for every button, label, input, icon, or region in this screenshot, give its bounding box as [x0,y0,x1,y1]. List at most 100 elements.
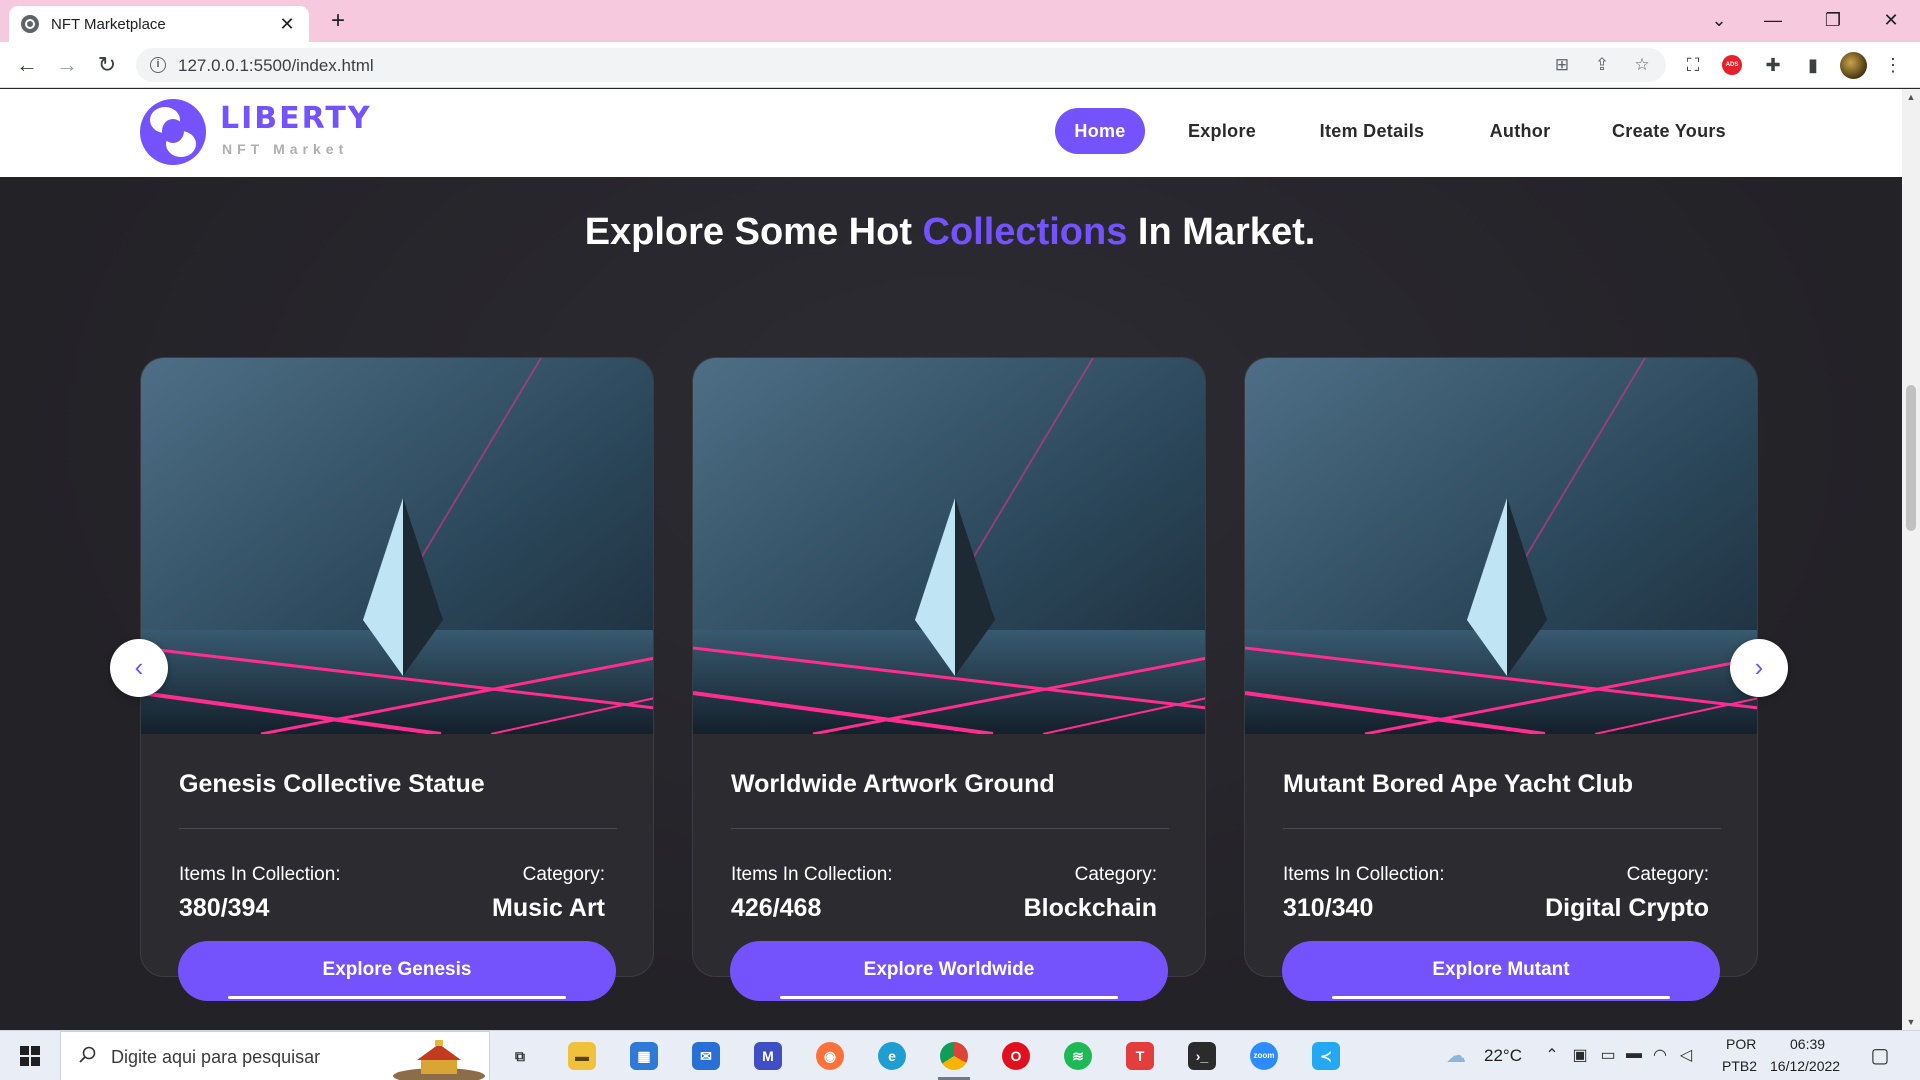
explore-mutant-button[interactable]: Explore Mutant [1282,941,1720,1001]
forward-arrow-icon[interactable]: → [50,48,84,82]
mail-icon[interactable]: ✉ [686,1036,726,1076]
taskbar-search[interactable]: Digite aqui para pesquisar [60,1031,490,1080]
nav-item-details[interactable]: Item Details [1300,108,1444,154]
category-value: Music Art [492,894,605,922]
collection-card[interactable]: Genesis Collective Statue Items In Colle… [140,357,654,977]
tab-close-icon[interactable]: ✕ [277,14,297,35]
category-label: Category: [522,864,605,885]
menu-kebab-icon[interactable]: ⋮ [1880,52,1906,78]
notifications-icon[interactable]: ▢ [1870,1043,1890,1068]
clock-date[interactable]: 16/12/2022 [1770,1058,1840,1074]
collection-card[interactable]: Worldwide Artwork Ground Items In Collec… [692,357,1206,977]
explore-worldwide-button[interactable]: Explore Worldwide [730,941,1168,1001]
zoom-icon[interactable]: zoom [1244,1036,1284,1076]
back-arrow-icon[interactable]: ← [10,48,44,82]
show-hidden-icons-icon[interactable]: ⌃ [1542,1045,1562,1065]
nav-explore[interactable]: Explore [1170,108,1274,154]
new-tab-button[interactable]: + [324,6,352,36]
extensions-puzzle-icon[interactable]: ✚ [1760,52,1786,78]
search-highlight-image [393,1040,485,1080]
logo-name[interactable]: LIBERTY [220,101,372,136]
windows-logo-icon [20,1046,40,1066]
display-icon[interactable]: ▭ [1598,1045,1618,1065]
collection-title: Genesis Collective Statue [179,770,485,798]
collection-image[interactable] [141,358,654,734]
clock-time[interactable]: 06:39 [1790,1036,1825,1052]
weather-cloud-icon[interactable]: ☁ [1446,1043,1466,1068]
scroll-up-arrow-icon[interactable]: ▲ [1902,89,1920,105]
collection-image[interactable] [1245,358,1758,734]
translate-icon[interactable]: ⊞ [1550,54,1574,76]
explore-genesis-button[interactable]: Explore Genesis [178,941,616,1001]
file-explorer-icon[interactable]: ▬ [562,1036,602,1076]
reload-icon[interactable]: ↻ [90,48,124,82]
meet-now-icon[interactable]: ▣ [1570,1045,1590,1065]
vscode-icon[interactable]: ≺ [1306,1036,1346,1076]
collection-image[interactable] [693,358,1206,734]
category-value: Blockchain [1023,894,1157,922]
items-label: Items In Collection: [1283,864,1445,885]
divider [179,828,617,829]
site-info-icon[interactable]: i [150,57,166,73]
carousel-prev-button[interactable]: ‹ [110,639,168,697]
typora-icon[interactable]: T [1120,1036,1160,1076]
start-button[interactable] [8,1031,52,1080]
microsoft-store-icon[interactable]: ▦ [624,1036,664,1076]
collection-card[interactable]: Mutant Bored Ape Yacht Club Items In Col… [1244,357,1758,977]
category-label: Category: [1626,864,1709,885]
screen-capture-icon[interactable]: ⛶ [1680,52,1706,78]
items-value: 310/340 [1283,894,1374,922]
nav-home[interactable]: Home [1055,108,1145,154]
profile-avatar-icon[interactable] [1840,52,1867,79]
minimize-button[interactable]: — [1750,0,1796,40]
search-placeholder[interactable]: Digite aqui para pesquisar [111,1047,320,1068]
carousel-next-button[interactable]: › [1730,639,1788,697]
tab-title: NFT Marketplace [51,15,166,33]
nav-create-yours[interactable]: Create Yours [1596,108,1742,154]
battery-icon[interactable]: ▬ [1624,1045,1644,1063]
collection-title: Worldwide Artwork Ground [731,770,1055,798]
share-icon[interactable]: ⇪ [1590,54,1614,76]
items-label: Items In Collection: [179,864,341,885]
input-language[interactable]: POR [1726,1036,1756,1052]
mathcad-icon[interactable]: M [748,1036,788,1076]
page-scrollbar[interactable]: ▲ ▼ [1902,89,1920,1030]
section-title: Explore Some Hot Collections In Market. [584,211,1316,253]
chrome-icon[interactable] [934,1036,974,1080]
star-bookmark-icon[interactable]: ☆ [1630,54,1654,76]
wifi-icon[interactable]: ◠ [1650,1045,1670,1065]
collection-title: Mutant Bored Ape Yacht Club [1283,770,1634,798]
nav-author[interactable]: Author [1470,108,1570,154]
close-window-button[interactable]: ✕ [1868,0,1914,40]
tab-search-icon[interactable]: ⌄ [1696,0,1742,40]
windows-taskbar: Digite aqui para pesquisar ⧉ ▬ ▦ ✉ M ◉ e… [0,1030,1920,1080]
volume-icon[interactable]: ◁ [1676,1045,1696,1065]
firefox-icon[interactable]: ◉ [810,1036,850,1076]
items-label: Items In Collection: [731,864,893,885]
task-view-icon[interactable]: ⧉ [500,1036,540,1076]
edge-icon[interactable]: e [872,1036,912,1076]
side-panel-icon[interactable]: ▮ [1800,52,1826,78]
terminal-icon[interactable]: ›_ [1182,1036,1222,1076]
restore-button[interactable]: ❐ [1810,0,1856,40]
address-bar[interactable]: i 127.0.0.1:5500/index.html ⊞ ⇪ ☆ [136,48,1666,82]
scrollbar-thumb[interactable] [1906,385,1916,531]
scroll-down-arrow-icon[interactable]: ▼ [1902,1014,1920,1030]
ad-block-extension-icon[interactable]: ADS [1722,55,1742,75]
divider [1283,828,1721,829]
browser-tab-bar: NFT Marketplace ✕ + ⌄ — ❐ ✕ [0,0,1920,42]
spotify-icon[interactable]: ≋ [1058,1036,1098,1076]
liberty-logo-icon[interactable] [140,99,206,165]
url-text[interactable]: 127.0.0.1:5500/index.html [178,56,374,76]
items-value: 380/394 [179,894,270,922]
collections-section: Explore Some Hot Collections In Market. … [0,177,1902,1030]
weather-temperature[interactable]: 22°C [1484,1046,1522,1066]
keyboard-layout[interactable]: PTB2 [1722,1058,1757,1074]
site-header: LIBERTY NFT Market Home Explore Item Det… [0,89,1902,177]
logo-tagline: NFT Market [222,141,349,157]
category-label: Category: [1074,864,1157,885]
browser-tab[interactable]: NFT Marketplace ✕ [9,6,309,42]
browser-toolbar: ← → ↻ i 127.0.0.1:5500/index.html ⊞ ⇪ ☆ … [0,42,1920,88]
opera-icon[interactable]: O [996,1036,1036,1076]
search-icon [79,1046,96,1063]
